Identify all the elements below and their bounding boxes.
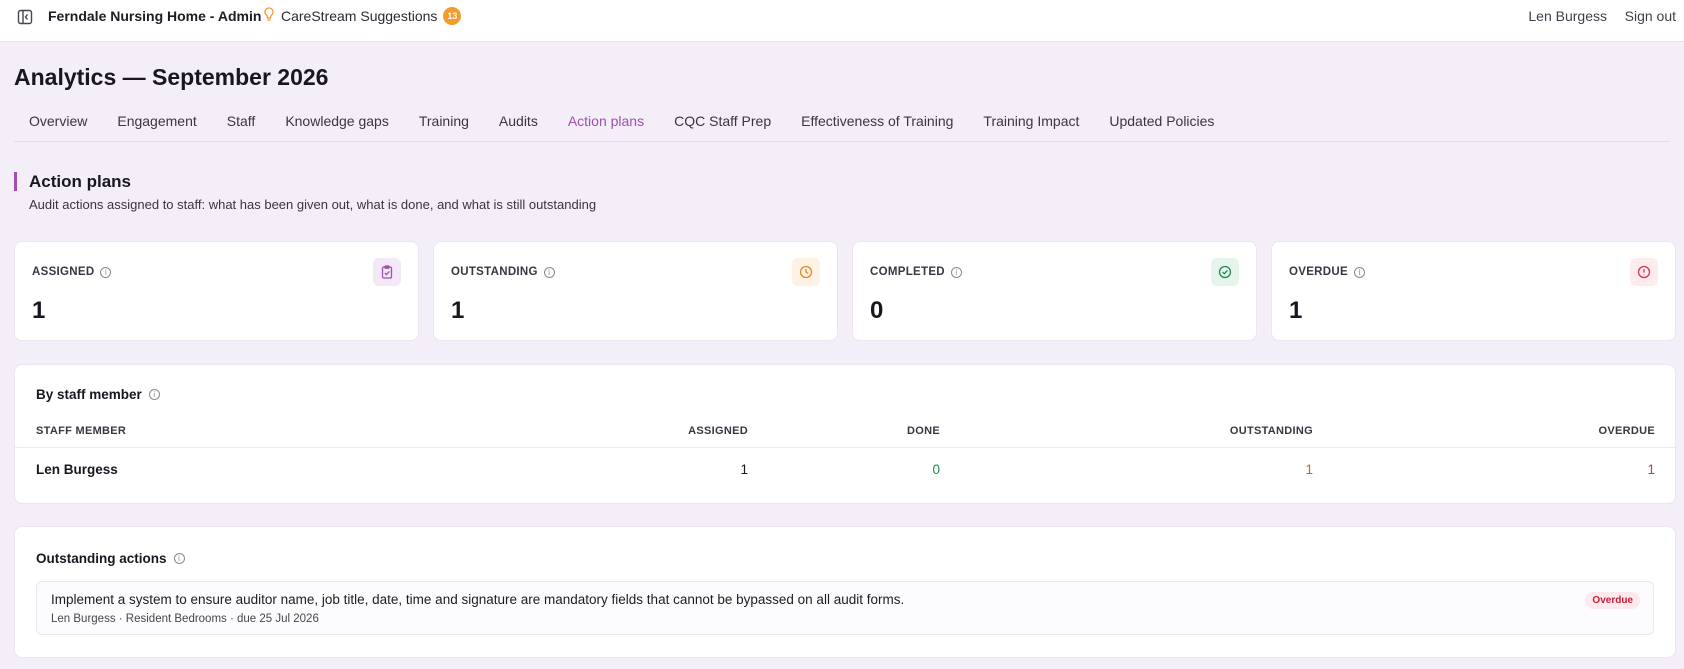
list-item[interactable]: Implement a system to ensure auditor nam… xyxy=(36,581,1654,635)
tab-action-plans[interactable]: Action plans xyxy=(553,110,659,142)
status-badge: Overdue xyxy=(1585,592,1640,609)
kpi-card-outstanding: OUTSTANDING i 1 xyxy=(433,241,838,341)
column-header-overdue: OVERDUE xyxy=(1598,425,1655,437)
kpi-label: OUTSTANDING xyxy=(451,266,538,278)
action-meta: Len Burgess · Resident Bedrooms · due 25… xyxy=(51,613,319,625)
cell-done: 0 xyxy=(932,462,940,477)
kpi-label: ASSIGNED xyxy=(32,266,95,278)
info-icon[interactable]: i xyxy=(543,266,555,278)
top-bar: Ferndale Nursing Home - Admin CareStream… xyxy=(0,0,1684,42)
column-header-outstanding: OUTSTANDING xyxy=(1229,425,1313,437)
check-circle-icon xyxy=(1211,258,1239,286)
table-divider xyxy=(15,447,1677,448)
by-staff-card: By staff member i STAFF MEMBER ASSIGNED … xyxy=(14,364,1677,504)
cell-overdue: 1 xyxy=(1647,462,1655,477)
kpi-value: 1 xyxy=(1289,297,1303,324)
card-title: By staff member xyxy=(36,387,142,402)
column-header-assigned: ASSIGNED xyxy=(688,425,748,437)
section-title: Action plans xyxy=(29,172,132,191)
cell-assigned: 1 xyxy=(740,462,748,477)
kpi-card-assigned: ASSIGNED i 1 xyxy=(14,241,419,341)
info-icon[interactable]: i xyxy=(950,266,962,278)
tab-cqc-staff-prep[interactable]: CQC Staff Prep xyxy=(659,110,786,142)
card-title: Outstanding actions xyxy=(36,551,167,566)
outstanding-actions-card: Outstanding actions i Implement a system… xyxy=(14,526,1676,658)
lightbulb-icon xyxy=(263,7,275,25)
tab-updated-policies[interactable]: Updated Policies xyxy=(1094,110,1229,142)
column-header-staff-member: STAFF MEMBER xyxy=(36,425,127,437)
suggestions-label: CareStream Suggestions xyxy=(281,8,438,24)
kpi-card-overdue: OVERDUE i 1 xyxy=(1271,241,1676,341)
app-title[interactable]: Ferndale Nursing Home - Admin xyxy=(48,8,261,24)
cell-outstanding: 1 xyxy=(1305,462,1313,477)
cell-staff: Len Burgess xyxy=(36,462,118,477)
section-header: Action plans xyxy=(14,172,131,191)
signout-button[interactable]: Sign out xyxy=(1625,8,1676,24)
section-subtitle: Audit actions assigned to staff: what ha… xyxy=(29,197,597,212)
kpi-value: 1 xyxy=(32,297,46,324)
sidebar-toggle-icon[interactable] xyxy=(16,8,34,26)
tab-audits[interactable]: Audits xyxy=(484,110,553,142)
kpi-card-completed: COMPLETED i 0 xyxy=(852,241,1257,341)
column-header-done: DONE xyxy=(907,425,940,437)
kpi-value: 0 xyxy=(870,297,884,324)
suggestions-count-badge: 13 xyxy=(443,7,462,25)
tab-engagement[interactable]: Engagement xyxy=(102,110,211,142)
tab-knowledge-gaps[interactable]: Knowledge gaps xyxy=(270,110,404,142)
user-name[interactable]: Len Burgess xyxy=(1528,8,1607,24)
analytics-tabs: Overview Engagement Staff Knowledge gaps… xyxy=(14,110,1670,142)
clipboard-check-icon xyxy=(373,258,401,286)
clock-icon xyxy=(792,258,820,286)
info-icon[interactable]: i xyxy=(100,266,112,278)
action-text: Implement a system to ensure auditor nam… xyxy=(51,592,905,607)
info-icon[interactable]: i xyxy=(1353,266,1365,278)
kpi-value: 1 xyxy=(451,297,465,324)
page-title: Analytics — September 2026 xyxy=(14,64,329,90)
kpi-label: OVERDUE xyxy=(1289,266,1348,278)
info-icon[interactable]: i xyxy=(173,553,185,564)
info-icon[interactable]: i xyxy=(148,389,160,400)
tab-staff[interactable]: Staff xyxy=(212,110,271,142)
alert-circle-icon xyxy=(1630,258,1658,286)
tab-training-impact[interactable]: Training Impact xyxy=(968,110,1094,142)
tab-effectiveness-of-training[interactable]: Effectiveness of Training xyxy=(786,110,968,142)
carestream-suggestions-link[interactable]: CareStream Suggestions 13 xyxy=(263,7,462,25)
tab-training[interactable]: Training xyxy=(404,110,484,142)
kpi-label: COMPLETED xyxy=(870,266,945,278)
tab-overview[interactable]: Overview xyxy=(14,110,102,142)
